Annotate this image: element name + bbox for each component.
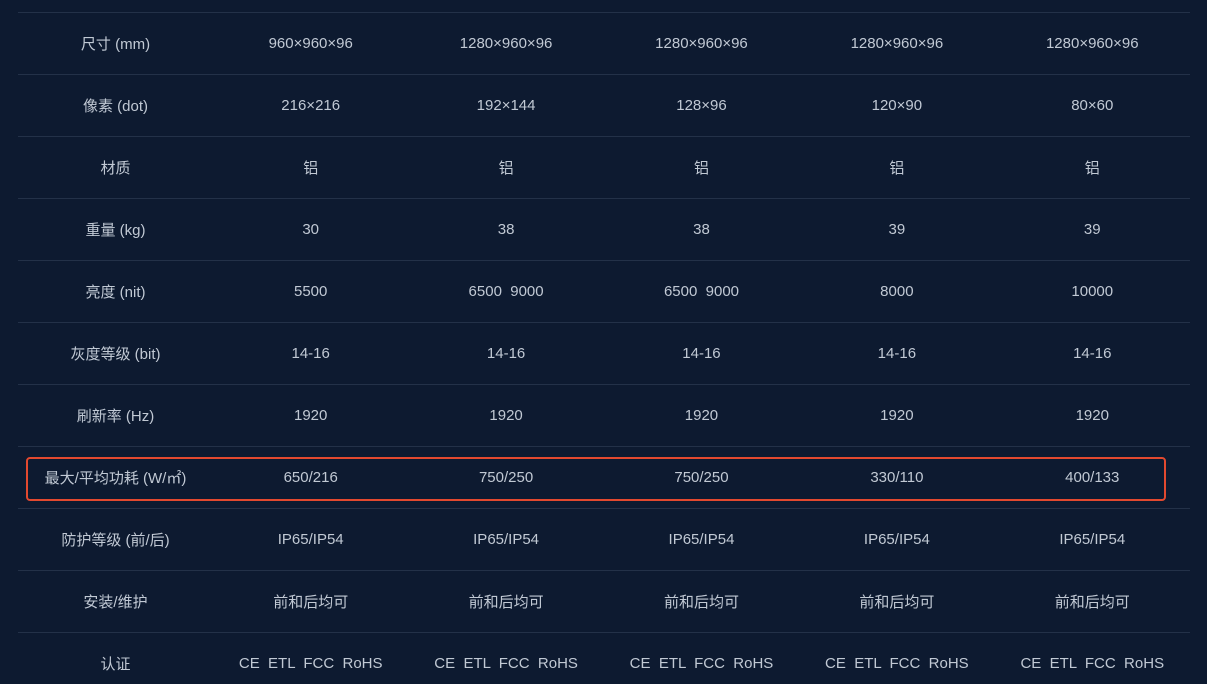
table-cell: 1920 [294,407,328,424]
table-cell: 前和后均可 [663,594,739,611]
table-row: 防护等级 (前/后) IP65/IP54 IP65/IP54 IP65/IP54… [18,509,1190,571]
table-cell: 38 [693,221,710,238]
table-cell: 1280×960×96 [459,35,553,52]
table-cell: 120×90 [871,97,923,114]
table-cell: 6500 9000 [663,283,740,300]
table-cell: 1280×960×96 [1045,35,1139,52]
table-cell: 铝 [498,160,514,177]
table-cell: 14-16 [877,345,917,362]
row-label: 重量 (kg) [85,222,146,239]
table-cell: CE ETL FCC RoHS [238,655,383,672]
table-cell: 10000 [1071,283,1114,300]
table-cell: CE ETL FCC RoHS [629,655,774,672]
table-row: 亮度 (nit) 5500 6500 9000 6500 9000 8000 1… [18,261,1190,323]
table-row: 灰度等级 (bit) 14-16 14-16 14-16 14-16 14-16 [18,323,1190,385]
table-cell: 80×60 [1071,97,1114,114]
table-cell: 400/133 [1065,469,1120,486]
table-row: 认证 CE ETL FCC RoHS CE ETL FCC RoHS CE ET… [18,633,1190,684]
table-cell: 铝 [693,160,709,177]
table-cell: 216×216 [281,97,341,114]
table-cell: 1920 [489,407,523,424]
table-row: 刷新率 (Hz) 1920 1920 1920 1920 1920 [18,385,1190,447]
table-cell: 5500 [294,283,328,300]
table-cell: 39 [888,221,906,238]
table-cell: CE ETL FCC RoHS [1020,655,1165,672]
table-cell: 1280×960×96 [655,35,748,52]
table-cell: 750/250 [478,469,534,486]
table-cell: 前和后均可 [1054,594,1130,611]
table-cell: 14-16 [486,345,526,362]
table-cell: 铝 [889,160,905,177]
table-cell: 750/250 [674,469,729,486]
row-label: 像素 (dot) [82,98,148,115]
table-cell: 39 [1083,221,1101,238]
table-row: 像素 (dot) 216×216 192×144 128×96 120×90 8… [18,75,1190,137]
table-cell: IP65/IP54 [277,531,344,548]
table-row-highlighted: 最大/平均功耗 (W/㎡) 650/216 750/250 750/250 33… [18,447,1190,509]
table-row: 重量 (kg) 30 38 38 39 39 [18,199,1190,261]
table-cell: 14-16 [291,345,330,362]
table-cell: IP65/IP54 [863,531,930,548]
table-cell: 前和后均可 [859,594,935,611]
row-label: 安装/维护 [83,594,148,611]
table-cell: 1920 [1075,407,1109,424]
table-cell: 铝 [303,160,319,177]
table-cell: IP65/IP54 [668,531,735,548]
table-cell: 14-16 [1073,345,1112,362]
table-cell: 30 [302,221,320,238]
table-row: 材质 铝 铝 铝 铝 铝 [18,137,1190,199]
table-cell: 14-16 [682,345,721,362]
table-cell: 192×144 [476,97,536,114]
table-row: 尺寸 (mm) 960×960×96 1280×960×96 1280×960×… [18,13,1190,75]
table-cell: CE ETL FCC RoHS [825,655,969,672]
row-label: 刷新率 (Hz) [76,408,155,425]
table-cell: 128×96 [676,97,727,114]
table-cell: 前和后均可 [273,594,349,611]
spec-table: 尺寸 (mm) 960×960×96 1280×960×96 1280×960×… [18,12,1190,684]
table-cell: 8000 [880,283,914,300]
table-cell: CE ETL FCC RoHS [434,655,578,672]
row-label: 认证 [100,656,131,673]
table-cell: 960×960×96 [268,35,353,52]
row-label: 防护等级 (前/后) [61,532,170,549]
row-label: 亮度 (nit) [85,284,146,301]
table-cell: 1920 [684,407,719,424]
table-cell: 650/216 [283,469,338,486]
table-cell: 1280×960×96 [850,35,944,52]
table-row: 安装/维护 前和后均可 前和后均可 前和后均可 前和后均可 前和后均可 [18,571,1190,633]
table-cell: IP65/IP54 [1059,531,1126,548]
row-label: 最大/平均功耗 (W/㎡) [44,470,187,487]
row-label: 材质 [100,160,131,177]
table-cell: 铝 [1084,160,1100,177]
table-cell: 1920 [880,407,914,424]
table-cell: IP65/IP54 [473,531,540,548]
row-label: 尺寸 (mm) [80,36,151,53]
table-cell: 前和后均可 [468,594,544,611]
row-label: 灰度等级 (bit) [70,346,161,363]
table-cell: 6500 9000 [468,283,544,300]
table-cell: 330/110 [870,469,924,486]
table-cell: 38 [497,221,515,238]
spec-page: 尺寸 (mm) 960×960×96 1280×960×96 1280×960×… [0,0,1207,684]
